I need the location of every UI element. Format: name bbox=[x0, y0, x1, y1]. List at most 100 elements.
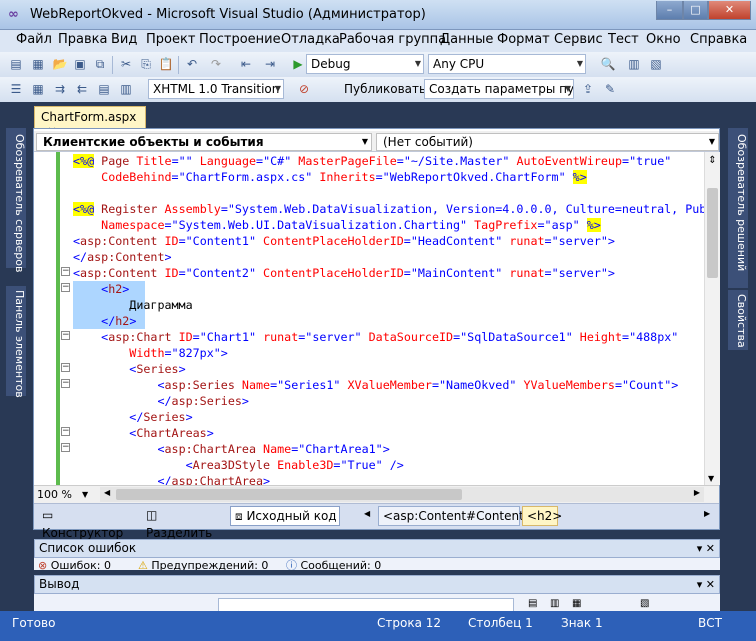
code-line[interactable]: </Series> bbox=[73, 409, 192, 425]
indent-icon[interactable]: ⇉ bbox=[52, 81, 68, 97]
code-line[interactable]: Width="827px"> bbox=[73, 345, 228, 361]
publish-icon[interactable]: ⇪ bbox=[580, 81, 596, 97]
uncomment-icon[interactable]: ▥ bbox=[118, 81, 134, 97]
menu-item[interactable]: Тест bbox=[608, 32, 639, 48]
comment-icon[interactable]: ▤ bbox=[96, 81, 112, 97]
code-line[interactable]: <h2> bbox=[73, 281, 145, 297]
menu-item[interactable]: Формат bbox=[497, 32, 550, 48]
properties-icon[interactable]: ▧ bbox=[648, 56, 664, 72]
scroll-thumb[interactable] bbox=[707, 188, 718, 278]
panel-pin-close-icons[interactable]: ▾ ✕ bbox=[697, 576, 715, 593]
errors-filter-button[interactable]: ⊗ Ошибок: 0 bbox=[38, 559, 128, 570]
start-debugging-icon[interactable]: ▶ bbox=[290, 56, 306, 72]
properties-tab[interactable]: Свойства bbox=[728, 290, 748, 350]
source-view-tab[interactable]: ⧈ Исходный код bbox=[230, 506, 340, 526]
menu-item[interactable]: Справка bbox=[690, 32, 747, 48]
scroll-thumb[interactable] bbox=[116, 489, 462, 500]
menu-item[interactable]: Вид bbox=[111, 32, 137, 48]
code-line[interactable]: <asp:Content ID="Content1" ContentPlaceH… bbox=[73, 233, 615, 249]
warnings-filter-button[interactable]: ⚠ Предупреждений: 0 bbox=[138, 559, 300, 570]
code-line[interactable]: <Series> bbox=[73, 361, 185, 377]
output-action-icon[interactable]: ▤ bbox=[528, 598, 537, 609]
solution-explorer-tab[interactable]: Обозреватель решений bbox=[728, 128, 748, 288]
client-objects-select[interactable]: Клиентские объекты и события ▼ bbox=[36, 133, 372, 151]
close-button[interactable]: ✕ bbox=[708, 1, 751, 20]
add-item-icon[interactable]: ▦ bbox=[30, 56, 46, 72]
check-accessibility-icon[interactable]: ⊘ bbox=[296, 81, 312, 97]
output-action-icon[interactable]: ▥ bbox=[550, 598, 559, 609]
collapse-icon[interactable]: − bbox=[61, 267, 70, 276]
scroll-right-icon[interactable]: ▶ bbox=[694, 488, 700, 497]
output-source-select[interactable] bbox=[218, 598, 514, 611]
new-project-icon[interactable]: ▤ bbox=[8, 56, 24, 72]
menu-item[interactable]: Рабочая группа bbox=[339, 32, 446, 48]
output-action-icon[interactable]: ▦ bbox=[572, 598, 581, 609]
zoom-level[interactable]: 100 % bbox=[37, 487, 72, 502]
document-tab-chartform[interactable]: ChartForm.aspx × bbox=[34, 106, 146, 138]
copy-icon[interactable]: ⎘ bbox=[138, 56, 154, 72]
collapse-icon[interactable]: − bbox=[61, 283, 70, 292]
code-line[interactable]: CodeBehind="ChartForm.aspx.cs" Inherits=… bbox=[73, 169, 587, 185]
code-line[interactable]: Диаграмма bbox=[73, 297, 193, 313]
cut-icon[interactable]: ✂ bbox=[118, 56, 134, 72]
navigate-forward-icon[interactable]: ⇥ bbox=[262, 56, 278, 72]
split-handle-icon[interactable]: ⇕ bbox=[707, 154, 718, 168]
code-line[interactable]: </asp:Series> bbox=[73, 393, 249, 409]
code-line[interactable]: <asp:Chart ID="Chart1" runat="server" Da… bbox=[73, 329, 678, 345]
code-line[interactable]: </asp:Content> bbox=[73, 249, 172, 265]
menu-item[interactable]: Отладка bbox=[281, 32, 340, 48]
scroll-left-icon[interactable]: ◀ bbox=[104, 488, 110, 497]
scroll-down-icon[interactable]: ▼ bbox=[708, 474, 714, 483]
menu-item[interactable]: Окно bbox=[646, 32, 681, 48]
menu-item[interactable]: Сервис bbox=[554, 32, 603, 48]
word-wrap-icon[interactable]: ▧ bbox=[640, 598, 649, 609]
menu-item[interactable]: Файл bbox=[16, 32, 52, 48]
collapse-icon[interactable]: − bbox=[61, 331, 70, 340]
solution-platform-select[interactable]: Any CPU ▼ bbox=[428, 54, 586, 74]
collapse-icon[interactable]: − bbox=[61, 443, 70, 452]
collapse-icon[interactable]: − bbox=[61, 363, 70, 372]
navigate-backward-icon[interactable]: ⇤ bbox=[238, 56, 254, 72]
menu-item[interactable]: Построение bbox=[199, 32, 281, 48]
collapse-icon[interactable]: − bbox=[61, 427, 70, 436]
format-icon[interactable]: ☰ bbox=[8, 81, 24, 97]
code-line[interactable]: <asp:Series Name="Series1" XValueMember=… bbox=[73, 377, 678, 393]
save-icon[interactable]: ▣ bbox=[72, 56, 88, 72]
code-line[interactable]: <asp:Content ID="Content2" ContentPlaceH… bbox=[73, 265, 615, 281]
breadcrumb-h2[interactable]: <h2> bbox=[522, 506, 562, 526]
breadcrumb-right-icon[interactable]: ▶ bbox=[704, 509, 710, 518]
maximize-button[interactable]: □ bbox=[683, 1, 708, 20]
paste-icon[interactable]: 📋 bbox=[158, 56, 174, 72]
design-view-tab[interactable]: ▭ Конструктор bbox=[38, 506, 138, 540]
code-line[interactable]: <%@ Register Assembly="System.Web.DataVi… bbox=[73, 201, 706, 217]
menu-item[interactable]: Проект bbox=[146, 32, 195, 48]
code-line[interactable]: <asp:ChartArea Name="ChartArea1"> bbox=[73, 441, 389, 457]
messages-filter-button[interactable]: ⓘ Сообщений: 0 bbox=[286, 559, 426, 570]
breadcrumb-left-icon[interactable]: ◀ bbox=[364, 509, 370, 518]
code-line[interactable]: Namespace="System.Web.UI.DataVisualizati… bbox=[73, 217, 601, 233]
undo-icon[interactable]: ↶ bbox=[184, 56, 200, 72]
code-line[interactable]: <Area3DStyle Enable3D="True" /> bbox=[73, 457, 404, 473]
code-line[interactable]: <%@ Page Title="" Language="C#" MasterPa… bbox=[73, 153, 671, 169]
toolbox-tab[interactable]: Панель элементов bbox=[6, 286, 26, 398]
solution-explorer-icon[interactable]: ▥ bbox=[626, 56, 642, 72]
publish-profile-select[interactable]: Создать параметры пуб ▼ bbox=[424, 79, 574, 99]
solution-configuration-select[interactable]: Debug ▼ bbox=[306, 54, 424, 74]
outdent-icon[interactable]: ⇇ bbox=[74, 81, 90, 97]
open-file-icon[interactable]: 📂 bbox=[52, 56, 68, 72]
split-view-tab[interactable]: ◫ Разделить bbox=[142, 506, 226, 540]
server-explorer-tab[interactable]: Обозреватель серверов bbox=[6, 128, 26, 272]
table-icon[interactable]: ▦ bbox=[30, 81, 46, 97]
redo-icon[interactable]: ↷ bbox=[208, 56, 224, 72]
horizontal-scrollbar[interactable]: ◀ ▶ bbox=[100, 487, 704, 502]
collapse-icon[interactable]: − bbox=[61, 379, 70, 388]
panel-pin-close-icons[interactable]: ▾ ✕ bbox=[697, 540, 715, 557]
chevron-down-icon[interactable]: ▼ bbox=[82, 490, 88, 499]
menu-item[interactable]: Правка bbox=[58, 32, 107, 48]
code-line[interactable]: <ChartAreas> bbox=[73, 425, 213, 441]
minimize-button[interactable]: – bbox=[656, 1, 683, 20]
events-select[interactable]: (Нет событий) ▼ bbox=[376, 133, 719, 151]
menu-item[interactable]: Данные bbox=[440, 32, 493, 48]
code-line[interactable]: </h2> bbox=[73, 313, 145, 329]
publish-settings-icon[interactable]: ✎ bbox=[602, 81, 618, 97]
